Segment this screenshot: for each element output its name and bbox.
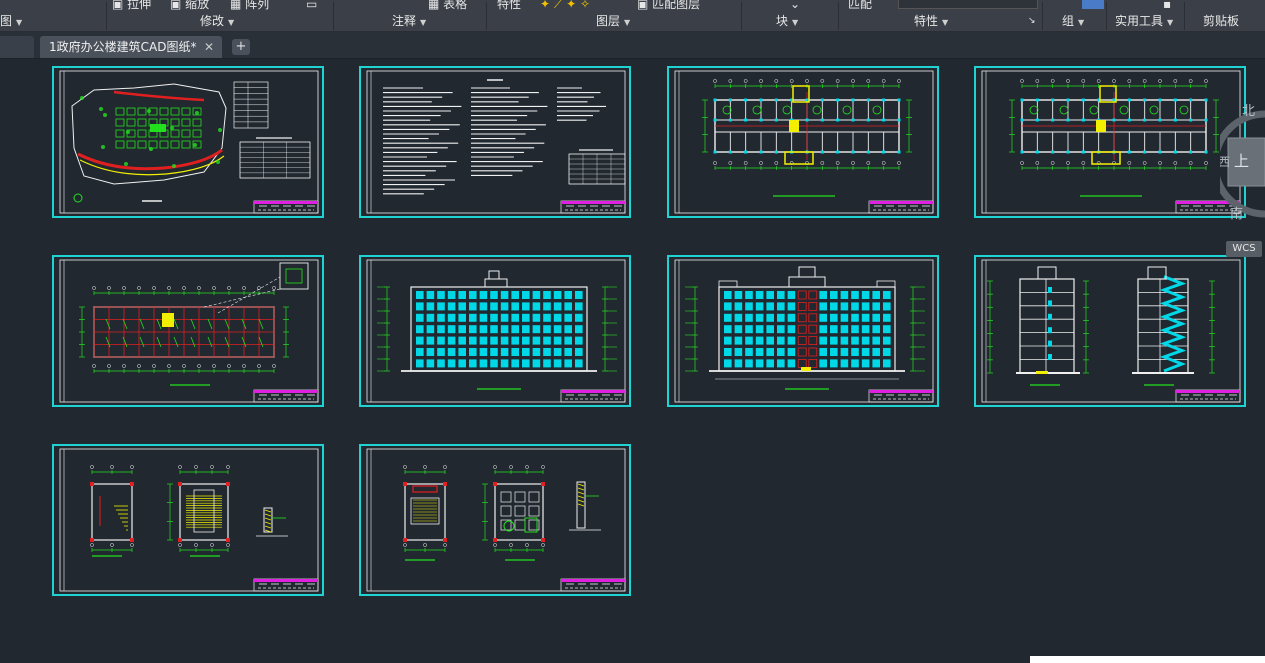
close-tab-icon[interactable]: ✕ [204, 36, 214, 58]
sheet-floor-plan-2-drawing [981, 70, 1241, 214]
viewcube-west-label[interactable]: 西 [1220, 155, 1230, 169]
sheet-section-drawing [981, 259, 1241, 403]
panel-utilities-label: 实用工具 [1115, 14, 1164, 28]
block-insert-icon[interactable]: ⌄ [790, 0, 800, 10]
sheet-stair-detail-2[interactable] [359, 444, 631, 596]
sheet-section[interactable] [974, 255, 1246, 407]
sheet-front-elevation[interactable] [359, 255, 631, 407]
ribbon-separator [1042, 2, 1043, 30]
viewcube[interactable]: 北 上 西 南 [1220, 100, 1265, 228]
stretch-label: 拉伸 [127, 0, 152, 10]
sheet-stair-detail-2-drawing [366, 448, 626, 592]
panel-properties[interactable]: 特性 ▼ [914, 12, 948, 30]
viewcube-south-label[interactable]: 南 [1230, 206, 1243, 222]
table-label: 表格 [443, 0, 468, 10]
status-popup-edge [1030, 656, 1265, 663]
panel-properties-arrow-icon: ▼ [942, 18, 949, 27]
panel-clipboard-label: 剪贴板 [1203, 14, 1240, 28]
panel-clipboard[interactable]: 剪贴板 [1203, 12, 1239, 30]
sheet-floor-plan-1-drawing [674, 70, 934, 214]
sheet-floor-plan-1[interactable] [667, 66, 939, 218]
ribbon-separator [1184, 2, 1185, 30]
layer-match-label: 匹配图层 [652, 0, 701, 10]
ribbon-separator [106, 2, 107, 30]
match-label: 匹配 [848, 0, 873, 10]
ribbon: ▣ 拉伸 ▣ 缩放 ▦ 阵列 ▭ ▦ 表格 特性 ✦ ⟋ ✦ ✧ ▣ 匹配图层 … [0, 0, 1265, 32]
panel-block[interactable]: 块 ▼ [776, 12, 798, 30]
panel-block-arrow-icon: ▼ [792, 18, 799, 27]
panel-layers-label: 图层 [596, 14, 621, 28]
bylayer-dropdown[interactable] [898, 0, 1038, 9]
panel-draw[interactable]: 图 ▼ [0, 12, 22, 30]
panel-draw-label: 图 [0, 14, 13, 28]
scale-label: 缩放 [185, 0, 210, 10]
wcs-menu-button[interactable]: WCS [1226, 241, 1262, 257]
sheet-floor-plan-2[interactable] [974, 66, 1246, 218]
panel-utilities[interactable]: 实用工具 ▼ [1115, 12, 1173, 30]
sheet-design-notes-drawing [366, 70, 626, 214]
layer-match-tool[interactable]: ▣ 匹配图层 [637, 0, 700, 10]
sheet-stair-detail-1-drawing [59, 448, 319, 592]
ribbon-separator [741, 2, 742, 30]
viewcube-top-face[interactable]: 上 [1234, 152, 1249, 170]
document-tab-bar: 1政府办公楼建筑CAD图纸* ✕ + [0, 32, 1265, 59]
ribbon-separator [486, 2, 487, 30]
ribbon-separator [333, 2, 334, 30]
ribbon-separator [1106, 2, 1107, 30]
sheet-stair-detail-1[interactable] [52, 444, 324, 596]
document-tab[interactable]: 1政府办公楼建筑CAD图纸* ✕ [40, 36, 222, 58]
sheet-site-plan[interactable] [52, 66, 324, 218]
panel-annotation-arrow-icon: ▼ [420, 18, 427, 27]
panel-layers[interactable]: 图层 ▼ [596, 12, 630, 30]
array-label: 阵列 [245, 0, 270, 10]
panel-annotation-label: 注释 [392, 14, 417, 28]
panel-annotation[interactable]: 注释 ▼ [392, 12, 426, 30]
panel-draw-arrow-icon: ▼ [16, 18, 23, 27]
match-properties-tool[interactable]: 匹配 [848, 0, 872, 10]
layer-properties-tool[interactable]: 特性 [497, 0, 521, 10]
drawing-canvas[interactable] [0, 59, 1265, 663]
sheet-roof-plan-drawing [59, 259, 319, 403]
clipboard-icon[interactable]: ▪ [1163, 0, 1171, 10]
panel-utilities-arrow-icon: ▼ [1167, 18, 1174, 27]
sheet-roof-plan[interactable] [52, 255, 324, 407]
ribbon-icon-a[interactable]: ▭ [306, 0, 317, 10]
panel-layers-arrow-icon: ▼ [624, 18, 631, 27]
layer-properties-label: 特性 [497, 0, 522, 10]
sheet-rear-elevation[interactable] [667, 255, 939, 407]
sheet-design-notes[interactable] [359, 66, 631, 218]
panel-modify-arrow-icon: ▼ [228, 18, 235, 27]
stretch-tool[interactable]: ▣ 拉伸 [112, 0, 151, 10]
panel-properties-label: 特性 [914, 14, 939, 28]
document-tab-title: 1政府办公楼建筑CAD图纸* [49, 40, 197, 54]
panel-groups-arrow-icon: ▼ [1078, 18, 1085, 27]
properties-launcher-icon[interactable]: ↘ [1028, 12, 1036, 30]
panel-groups-label: 组 [1062, 14, 1075, 28]
layer-bulb-icon[interactable]: ✦ ⟋ ✦ ✧ [540, 0, 590, 10]
array-tool[interactable]: ▦ 阵列 [230, 0, 269, 10]
panel-modify[interactable]: 修改 ▼ [200, 12, 234, 30]
panel-modify-label: 修改 [200, 14, 225, 28]
table-tool[interactable]: ▦ 表格 [428, 0, 467, 10]
new-tab-button[interactable]: + [232, 39, 250, 55]
ribbon-separator [838, 2, 839, 30]
sheet-front-elevation-drawing [366, 259, 626, 403]
scale-tool[interactable]: ▣ 缩放 [170, 0, 209, 10]
viewcube-north-label[interactable]: 北 [1242, 104, 1255, 119]
group-icon[interactable] [1082, 0, 1104, 9]
sheet-rear-elevation-drawing [674, 259, 934, 403]
panel-groups[interactable]: 组 ▼ [1062, 12, 1084, 30]
sheet-site-plan-drawing [59, 70, 319, 214]
panel-block-label: 块 [776, 14, 789, 28]
start-tab[interactable] [0, 36, 34, 58]
